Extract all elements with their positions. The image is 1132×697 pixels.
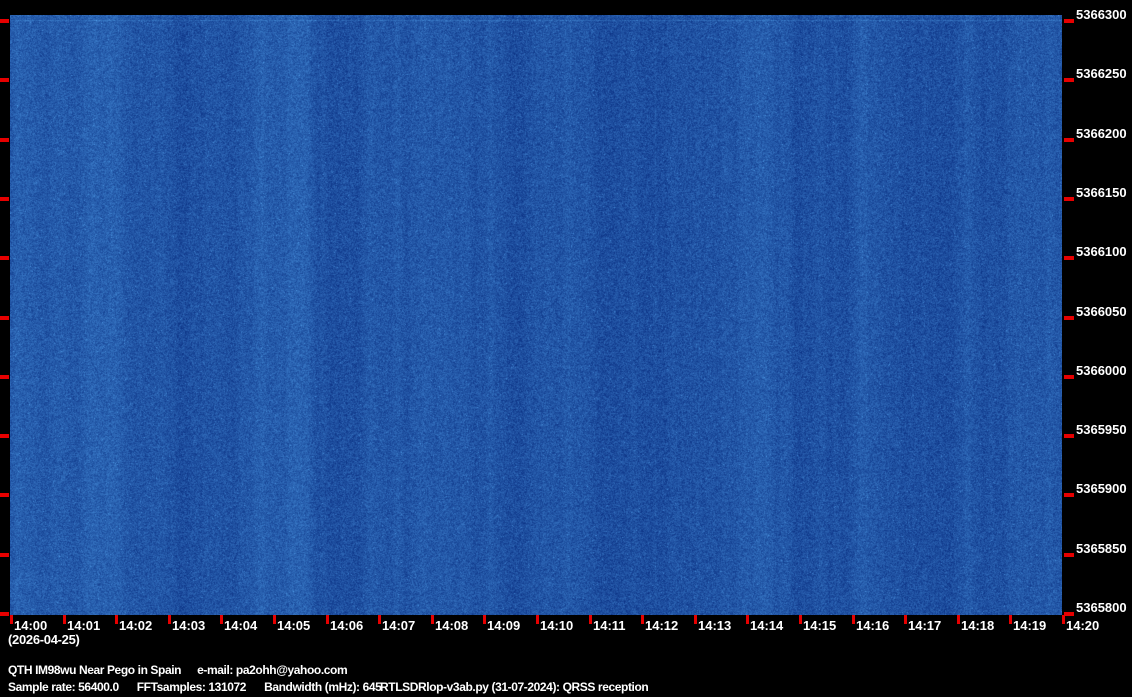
frequency-label: 5365900	[1076, 481, 1127, 496]
time-tick	[904, 615, 907, 624]
frequency-tick-right	[1064, 256, 1074, 260]
time-tick	[273, 615, 276, 624]
time-label: 14:14	[750, 618, 783, 633]
frequency-tick-right	[1064, 493, 1074, 497]
time-tick	[168, 615, 171, 624]
time-tick	[1062, 615, 1065, 624]
time-label: 14:19	[1013, 618, 1046, 633]
frequency-tick-left	[0, 78, 9, 82]
time-label: 14:12	[645, 618, 678, 633]
frequency-label: 5366050	[1076, 304, 1127, 319]
frequency-label: 5366250	[1076, 66, 1127, 81]
fft-samples-text: FFTsamples: 131072	[137, 680, 246, 694]
time-tick	[746, 615, 749, 624]
time-label: 14:10	[540, 618, 573, 633]
time-label: 14:13	[698, 618, 731, 633]
time-tick	[115, 615, 118, 624]
time-tick	[536, 615, 539, 624]
time-tick	[957, 615, 960, 624]
frequency-tick-right	[1064, 434, 1074, 438]
frequency-tick-left	[0, 138, 9, 142]
frequency-tick-left	[0, 553, 9, 557]
time-tick	[641, 615, 644, 624]
time-label: 14:02	[119, 618, 152, 633]
frequency-label: 5366200	[1076, 126, 1127, 141]
status-line-2: Sample rate: 56400.0 FFTsamples: 131072 …	[8, 680, 381, 694]
qth-text: QTH IM98wu Near Pego in Spain	[8, 663, 181, 677]
time-label: 14:04	[224, 618, 257, 633]
time-tick	[378, 615, 381, 624]
time-tick	[694, 615, 697, 624]
frequency-tick-right	[1064, 138, 1074, 142]
frequency-label: 5365950	[1076, 422, 1127, 437]
time-tick	[799, 615, 802, 624]
frequency-tick-left	[0, 434, 9, 438]
time-tick	[220, 615, 223, 624]
email-text: e-mail: pa2ohh@yahoo.com	[197, 663, 347, 677]
frequency-tick-right	[1064, 612, 1074, 616]
time-tick	[326, 615, 329, 624]
frequency-tick-right	[1064, 78, 1074, 82]
time-label: 14:08	[435, 618, 468, 633]
program-version-text: RTLSDRlop-v3ab.py (31-07-2024): QRSS rec…	[380, 680, 648, 694]
frequency-tick-right	[1064, 375, 1074, 379]
frequency-label: 5366100	[1076, 244, 1127, 259]
time-label: 14:11	[593, 618, 626, 633]
time-tick	[589, 615, 592, 624]
waterfall-spectrogram	[10, 15, 1062, 615]
time-tick	[852, 615, 855, 624]
time-label: 14:07	[382, 618, 415, 633]
time-tick	[1009, 615, 1012, 624]
time-tick	[10, 615, 13, 624]
frequency-tick-right	[1064, 316, 1074, 320]
time-label: 14:09	[487, 618, 520, 633]
frequency-label: 5366300	[1076, 7, 1127, 22]
frequency-tick-left	[0, 316, 9, 320]
frequency-label: 5366000	[1076, 363, 1127, 378]
time-tick	[63, 615, 66, 624]
bandwidth-text: Bandwidth (mHz): 645	[264, 680, 381, 694]
time-label: 14:16	[856, 618, 889, 633]
time-label: 14:05	[277, 618, 310, 633]
time-label: 14:20	[1066, 618, 1099, 633]
frequency-label: 5365800	[1076, 600, 1127, 615]
frequency-tick-right	[1064, 553, 1074, 557]
time-tick	[431, 615, 434, 624]
time-tick	[483, 615, 486, 624]
time-label: 14:00	[14, 618, 47, 633]
frequency-tick-left	[0, 493, 9, 497]
time-label: 14:18	[961, 618, 994, 633]
time-label: 14:03	[172, 618, 205, 633]
time-label: 14:15	[803, 618, 836, 633]
frequency-label: 5365850	[1076, 541, 1127, 556]
frequency-tick-left	[0, 256, 9, 260]
frequency-tick-right	[1064, 19, 1074, 23]
frequency-tick-left	[0, 612, 9, 616]
sample-rate-text: Sample rate: 56400.0	[8, 680, 119, 694]
frequency-label: 5366150	[1076, 185, 1127, 200]
time-label: 14:17	[908, 618, 941, 633]
status-line-1: QTH IM98wu Near Pego in Spain e-mail: pa…	[8, 663, 347, 677]
frequency-tick-left	[0, 197, 9, 201]
frequency-tick-left	[0, 19, 9, 23]
date-label: (2026-04-25)	[8, 632, 80, 647]
frequency-tick-left	[0, 375, 9, 379]
frequency-tick-right	[1064, 197, 1074, 201]
time-label: 14:01	[67, 618, 100, 633]
time-label: 14:06	[330, 618, 363, 633]
